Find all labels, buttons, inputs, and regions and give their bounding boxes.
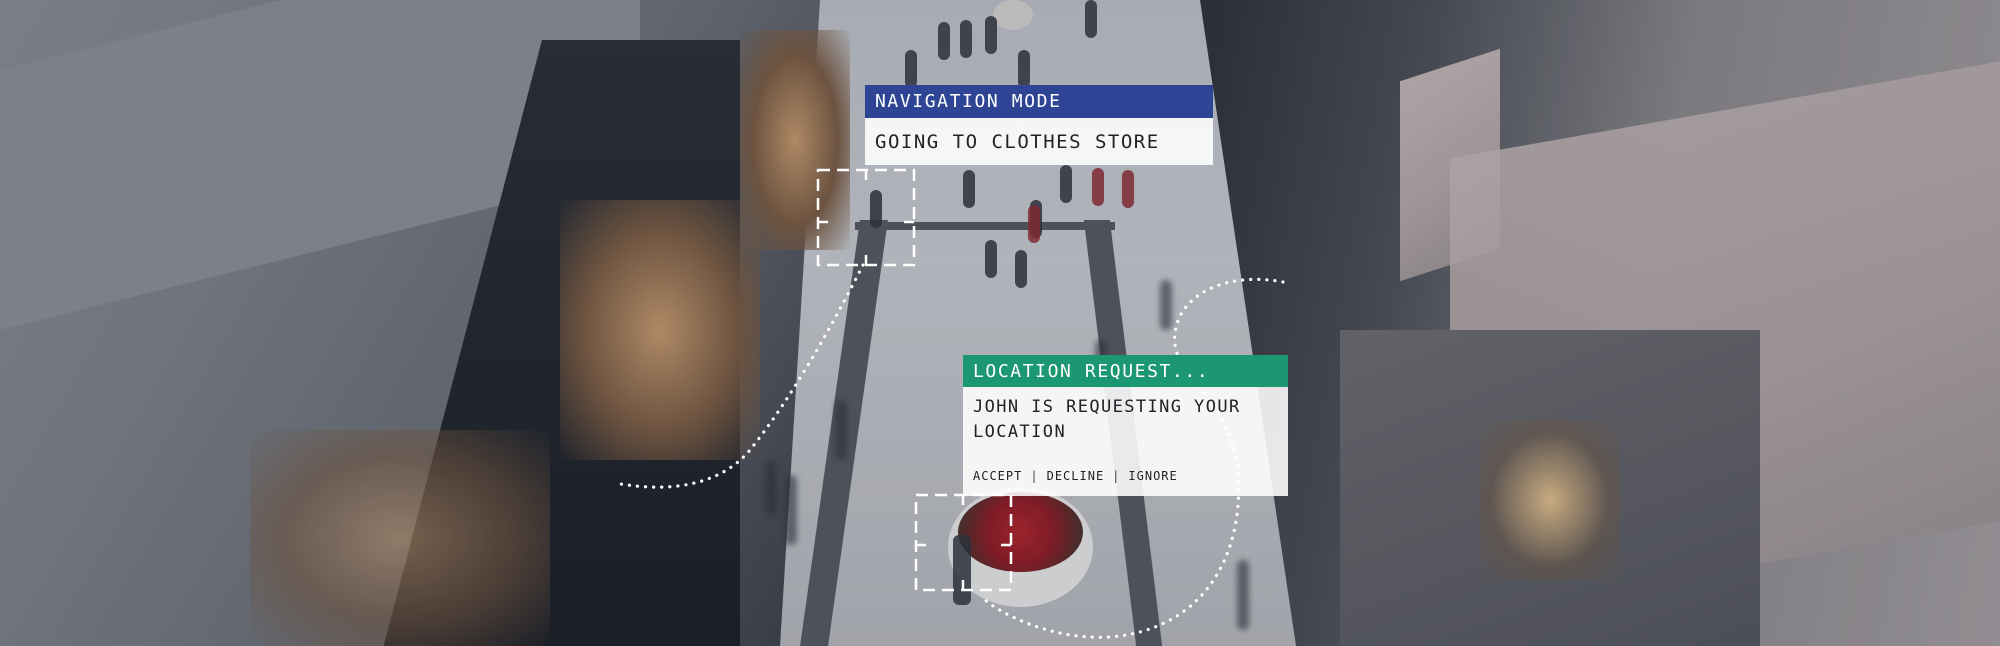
target-frame-icon	[916, 495, 1011, 590]
dotted-route-line	[613, 263, 865, 489]
location-request-header: LOCATION REQUEST...	[963, 355, 1288, 387]
navigation-status-panel: GOING TO CLOTHES STORE	[865, 118, 1213, 165]
target-frame-icon	[818, 170, 914, 265]
action-separator: |	[1030, 469, 1039, 483]
navigation-destination-text: GOING TO CLOTHES STORE	[875, 131, 1160, 153]
target-frame-icon	[816, 168, 916, 267]
location-request-actions: ACCEPT | DECLINE | IGNORE	[973, 469, 1278, 483]
decline-button[interactable]: DECLINE	[1047, 469, 1105, 483]
navigation-mode-header: NAVIGATION MODE	[865, 85, 1213, 118]
accept-button[interactable]: ACCEPT	[973, 469, 1022, 483]
action-separator: |	[1112, 469, 1121, 483]
target-frame-icon	[914, 493, 1013, 592]
navigation-mode-card: NAVIGATION MODE GOING TO CLOTHES STORE	[865, 85, 1213, 165]
ignore-button[interactable]: IGNORE	[1128, 469, 1177, 483]
location-request-panel: JOHN IS REQUESTING YOUR LOCATION ACCEPT …	[963, 387, 1288, 496]
location-request-card: LOCATION REQUEST... JOHN IS REQUESTING Y…	[963, 355, 1288, 496]
location-request-message: JOHN IS REQUESTING YOUR LOCATION	[973, 397, 1241, 442]
